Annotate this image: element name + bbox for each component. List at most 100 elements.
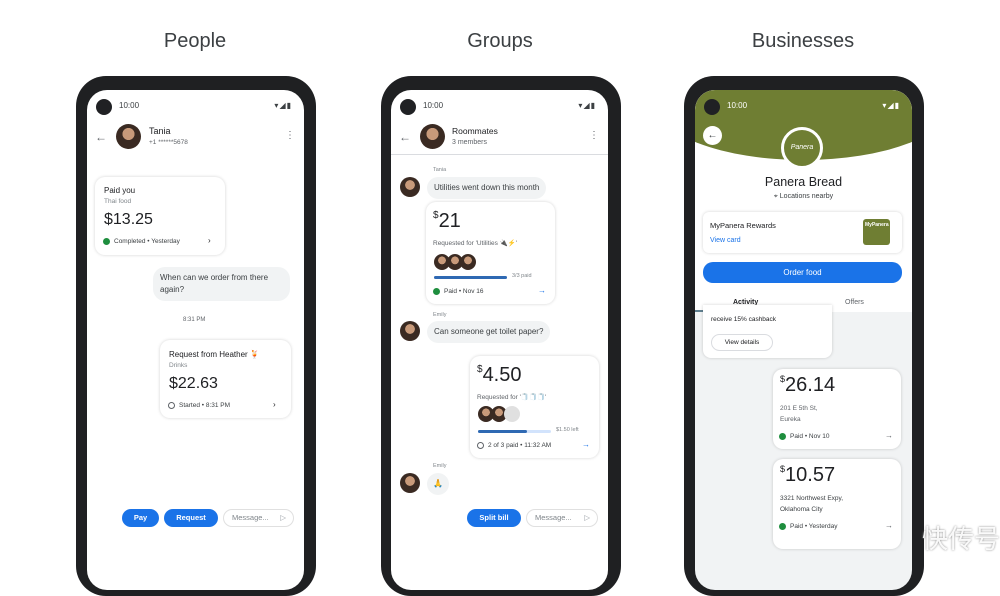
bill-card[interactable]: $21 Requested for 'Utilities 🔌⚡' 3/3 pai… (426, 202, 555, 304)
location-text[interactable]: Locations nearby (780, 193, 833, 200)
signal-battery-icon: ▾◢▮ (578, 101, 596, 110)
transaction-status: Paid • Nov 10 (790, 433, 830, 441)
transaction-status: Paid • Yesterday (790, 523, 838, 531)
request-card[interactable]: Request from Heather 🍹 Drinks $22.63 Sta… (160, 340, 291, 418)
request-note: Drinks (169, 362, 188, 369)
payment-note: Thai food (104, 198, 132, 205)
signal-battery-icon: ▾◢▮ (882, 101, 900, 110)
message-placeholder: Message... (535, 513, 572, 522)
progress-bar (434, 276, 507, 279)
bill-amount: 4.50 (482, 364, 522, 386)
status-time: 10:00 (119, 101, 140, 110)
contact-name: Tania (149, 126, 171, 136)
send-icon[interactable]: ▷ (584, 510, 590, 526)
progress-bar (478, 430, 551, 433)
view-card-link[interactable]: View card (710, 237, 741, 244)
bill-note: Requested for '🧻🧻🧻' (477, 394, 547, 401)
arrow-right-icon: → (538, 286, 546, 295)
avatar (116, 124, 141, 149)
transaction-address: 201 E 5th St, (780, 405, 818, 412)
avatar (460, 254, 476, 270)
sender-name: Tania (433, 167, 447, 173)
transaction-city: Eureka (780, 416, 801, 423)
transaction-city: Oklahoma City (780, 506, 823, 513)
phone-businesses: 10:00 ▾◢▮ ← Panera Panera Bread ⌖ Locati… (684, 76, 924, 596)
phone-people: 10:00 ▾◢▮ ← Tania +1 ******5678 ⋮ Paid y… (76, 76, 316, 596)
check-icon (779, 523, 786, 530)
camera-icon (96, 99, 112, 115)
progress-label: $1.50 left (556, 427, 579, 433)
split-bill-button[interactable]: Split bill (467, 509, 521, 527)
pay-button[interactable]: Pay (122, 509, 159, 527)
bill-amount: 21 (438, 210, 461, 232)
back-arrow-icon[interactable]: ← (95, 130, 107, 144)
heading-people: People (163, 30, 227, 52)
arrow-right-icon: → (885, 431, 893, 440)
avatar (400, 473, 420, 493)
watermark: 快传号 (921, 524, 1000, 554)
group-members: 3 members (452, 139, 488, 146)
offer-card[interactable]: receive 15% cashback View details (703, 305, 832, 358)
bill-note: Requested for 'Utilities 🔌⚡' (433, 240, 518, 247)
message-bubble: When can we order from there again? (153, 267, 290, 301)
clock-icon (168, 402, 175, 409)
screen-groups: 10:00 ▾◢▮ ← Roommates 3 members ⋮ Tania … (391, 90, 608, 590)
heading-businesses: Businesses (751, 30, 855, 52)
more-icon[interactable]: ⋮ (589, 130, 599, 141)
back-arrow-icon[interactable]: ← (399, 130, 411, 144)
avatar (504, 406, 520, 422)
payment-title: Paid you (104, 186, 136, 195)
arrow-right-icon: → (885, 521, 893, 530)
payment-amount: $13.25 (104, 211, 153, 228)
signal-battery-icon: ▾◢▮ (274, 101, 292, 110)
camera-icon (400, 99, 416, 115)
bill-status: Paid • Nov 16 (444, 288, 484, 296)
chevron-right-icon: › (273, 400, 276, 409)
bill-status: 2 of 3 paid • 11:32 AM (488, 442, 552, 450)
phone-groups: 10:00 ▾◢▮ ← Roommates 3 members ⋮ Tania … (381, 76, 621, 596)
transaction-card[interactable]: $26.14 201 E 5th St, Eureka Paid • Nov 1… (773, 369, 901, 449)
request-title: Request from Heather 🍹 (169, 350, 260, 359)
back-arrow-icon[interactable]: ← (703, 126, 722, 145)
payment-card[interactable]: Paid you Thai food $13.25 Completed • Ye… (95, 177, 225, 255)
rewards-card[interactable]: MyPanera Rewards View card MyPanera (703, 212, 902, 253)
message-bubble: Utilities went down this month (427, 177, 547, 199)
tab-offers[interactable]: Offers (845, 299, 864, 306)
send-icon[interactable]: ▷ (280, 510, 286, 526)
message-bubble: Can someone get toilet paper? (427, 321, 551, 343)
message-bubble: 🙏 (427, 473, 449, 495)
screen-businesses: 10:00 ▾◢▮ ← Panera Panera Bread ⌖ Locati… (695, 90, 912, 590)
order-food-button[interactable]: Order food (703, 262, 902, 283)
message-input[interactable]: Message... ▷ (223, 509, 294, 527)
clock-icon (477, 442, 484, 449)
arrow-right-icon: → (582, 440, 590, 449)
request-amount: $22.63 (169, 375, 218, 392)
avatar (400, 177, 420, 197)
bill-card[interactable]: $4.50 Requested for '🧻🧻🧻' $1.50 left 2 o… (470, 356, 599, 458)
sender-name: Emily (433, 463, 447, 469)
progress-label: 3/3 paid (512, 273, 532, 279)
request-button[interactable]: Request (164, 509, 218, 527)
transaction-card[interactable]: $10.57 3321 Northwest Expy, Oklahoma Cit… (773, 459, 901, 549)
sender-name: Emily (433, 312, 447, 318)
avatar (400, 321, 420, 341)
status-time: 10:00 (423, 101, 444, 110)
more-icon[interactable]: ⋮ (285, 130, 295, 141)
rewards-card-image: MyPanera (863, 219, 890, 245)
divider (391, 154, 608, 155)
check-icon (433, 288, 440, 295)
message-input[interactable]: Message... ▷ (526, 509, 598, 527)
camera-icon (704, 99, 720, 115)
chevron-right-icon: › (208, 236, 211, 245)
rewards-title: MyPanera Rewards (710, 221, 776, 230)
screen-people: 10:00 ▾◢▮ ← Tania +1 ******5678 ⋮ Paid y… (87, 90, 304, 590)
group-avatar (420, 124, 445, 149)
request-status: Started • 8:31 PM (179, 402, 231, 410)
message-placeholder: Message... (232, 513, 269, 522)
view-details-button[interactable]: View details (711, 334, 773, 351)
panera-logo: Panera (781, 127, 823, 169)
status-time: 10:00 (727, 101, 748, 110)
group-name: Roommates (452, 126, 498, 136)
timestamp: 8:31 PM (183, 317, 206, 323)
check-icon (103, 238, 110, 245)
